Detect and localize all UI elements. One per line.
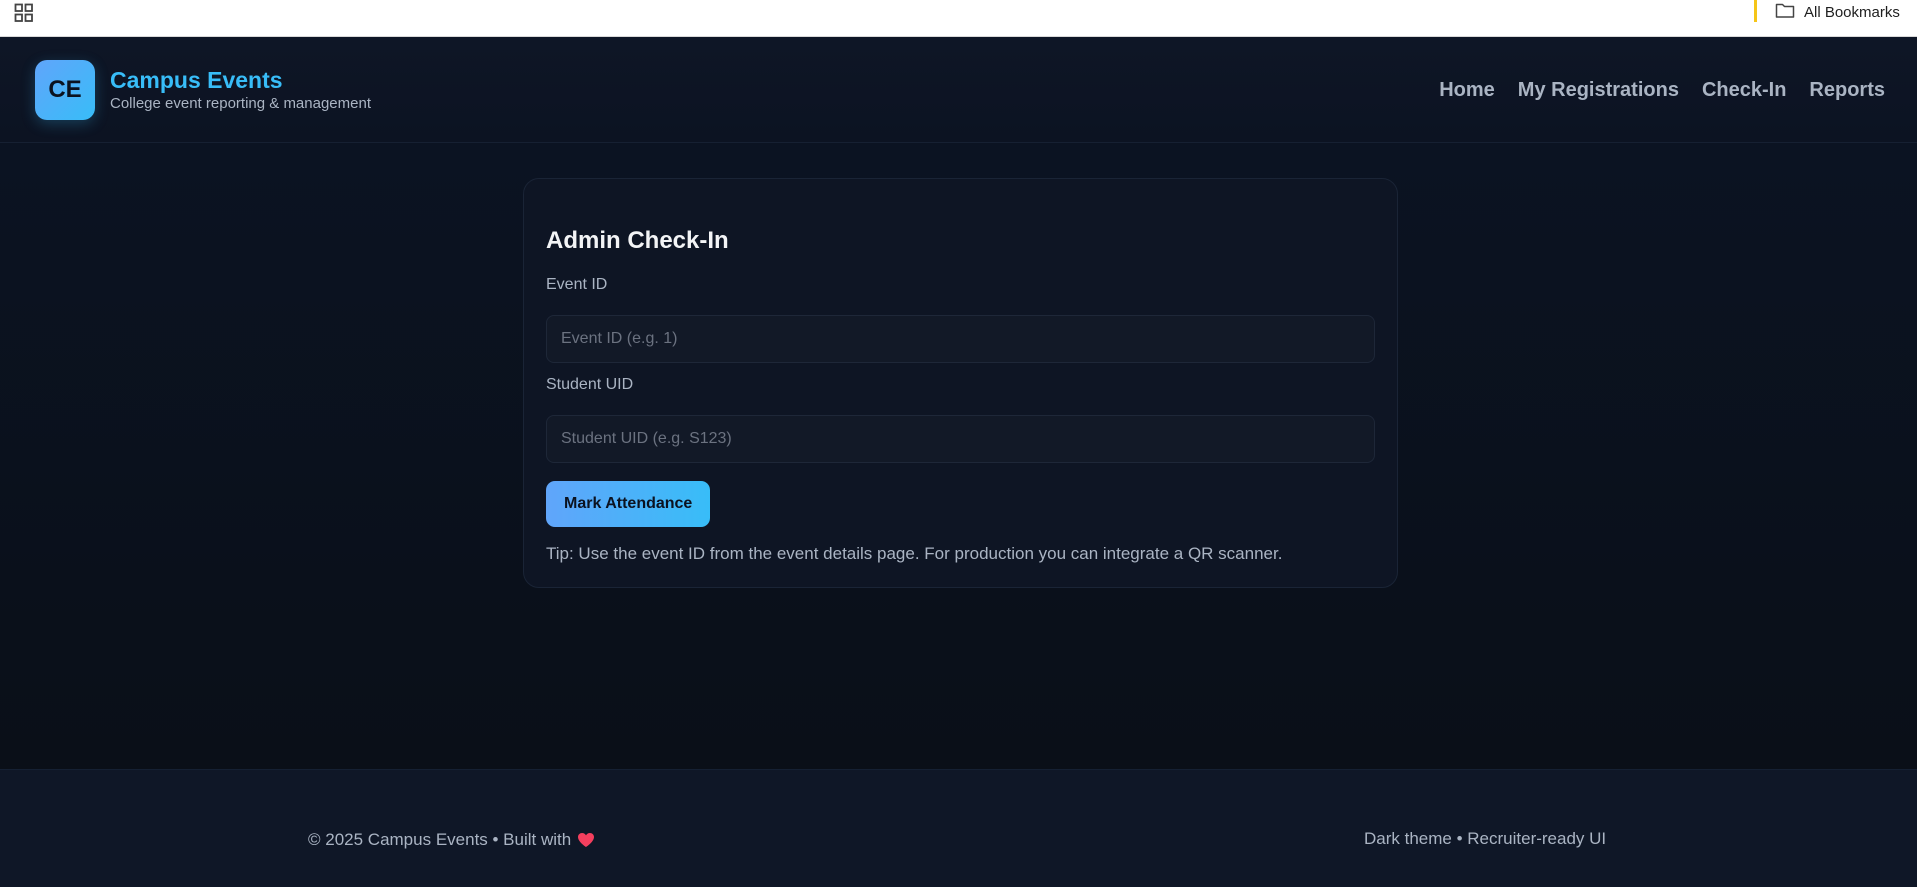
nav-reports[interactable]: Reports bbox=[1809, 79, 1885, 102]
brand-title[interactable]: Campus Events bbox=[110, 67, 283, 94]
main-nav: Home My Registrations Check-In Reports bbox=[1439, 79, 1885, 102]
logo-badge[interactable]: CE bbox=[35, 60, 95, 120]
nav-check-in[interactable]: Check-In bbox=[1702, 79, 1786, 102]
app-header: CE Campus Events College event reporting… bbox=[0, 37, 1917, 143]
tip-text: Tip: Use the event ID from the event det… bbox=[546, 544, 1283, 563]
footer-copyright-text: © 2025 Campus Events • Built with bbox=[308, 830, 572, 849]
check-in-card: Admin Check-In Event ID Student UID Mark… bbox=[523, 178, 1398, 588]
card-title: Admin Check-In bbox=[546, 227, 729, 254]
nav-my-registrations[interactable]: My Registrations bbox=[1518, 79, 1679, 102]
footer-copyright: © 2025 Campus Events • Built with bbox=[308, 830, 595, 850]
mark-attendance-button[interactable]: Mark Attendance bbox=[546, 481, 711, 527]
bookmarks-bar: All Bookmarks bbox=[0, 0, 1917, 37]
folder-icon bbox=[1775, 2, 1795, 23]
all-bookmarks-button[interactable]: All Bookmarks bbox=[1775, 1, 1900, 23]
event-id-input[interactable] bbox=[546, 315, 1375, 363]
brand-subtitle: College event reporting & management bbox=[110, 95, 371, 112]
bookmarks-divider bbox=[1754, 0, 1757, 22]
all-bookmarks-label: All Bookmarks bbox=[1804, 3, 1900, 21]
heart-icon bbox=[577, 832, 595, 848]
footer-tagline: Dark theme • Recruiter-ready UI bbox=[1364, 829, 1607, 848]
page-footer: © 2025 Campus Events • Built with Dark t… bbox=[0, 769, 1917, 887]
logo-text: CE bbox=[48, 76, 82, 103]
student-uid-label: Student UID bbox=[546, 376, 634, 393]
main-content: Admin Check-In Event ID Student UID Mark… bbox=[0, 143, 1917, 769]
event-id-label: Event ID bbox=[546, 276, 608, 293]
nav-home[interactable]: Home bbox=[1439, 79, 1495, 102]
apps-grid-icon[interactable] bbox=[14, 3, 34, 23]
student-uid-input[interactable] bbox=[546, 415, 1375, 463]
